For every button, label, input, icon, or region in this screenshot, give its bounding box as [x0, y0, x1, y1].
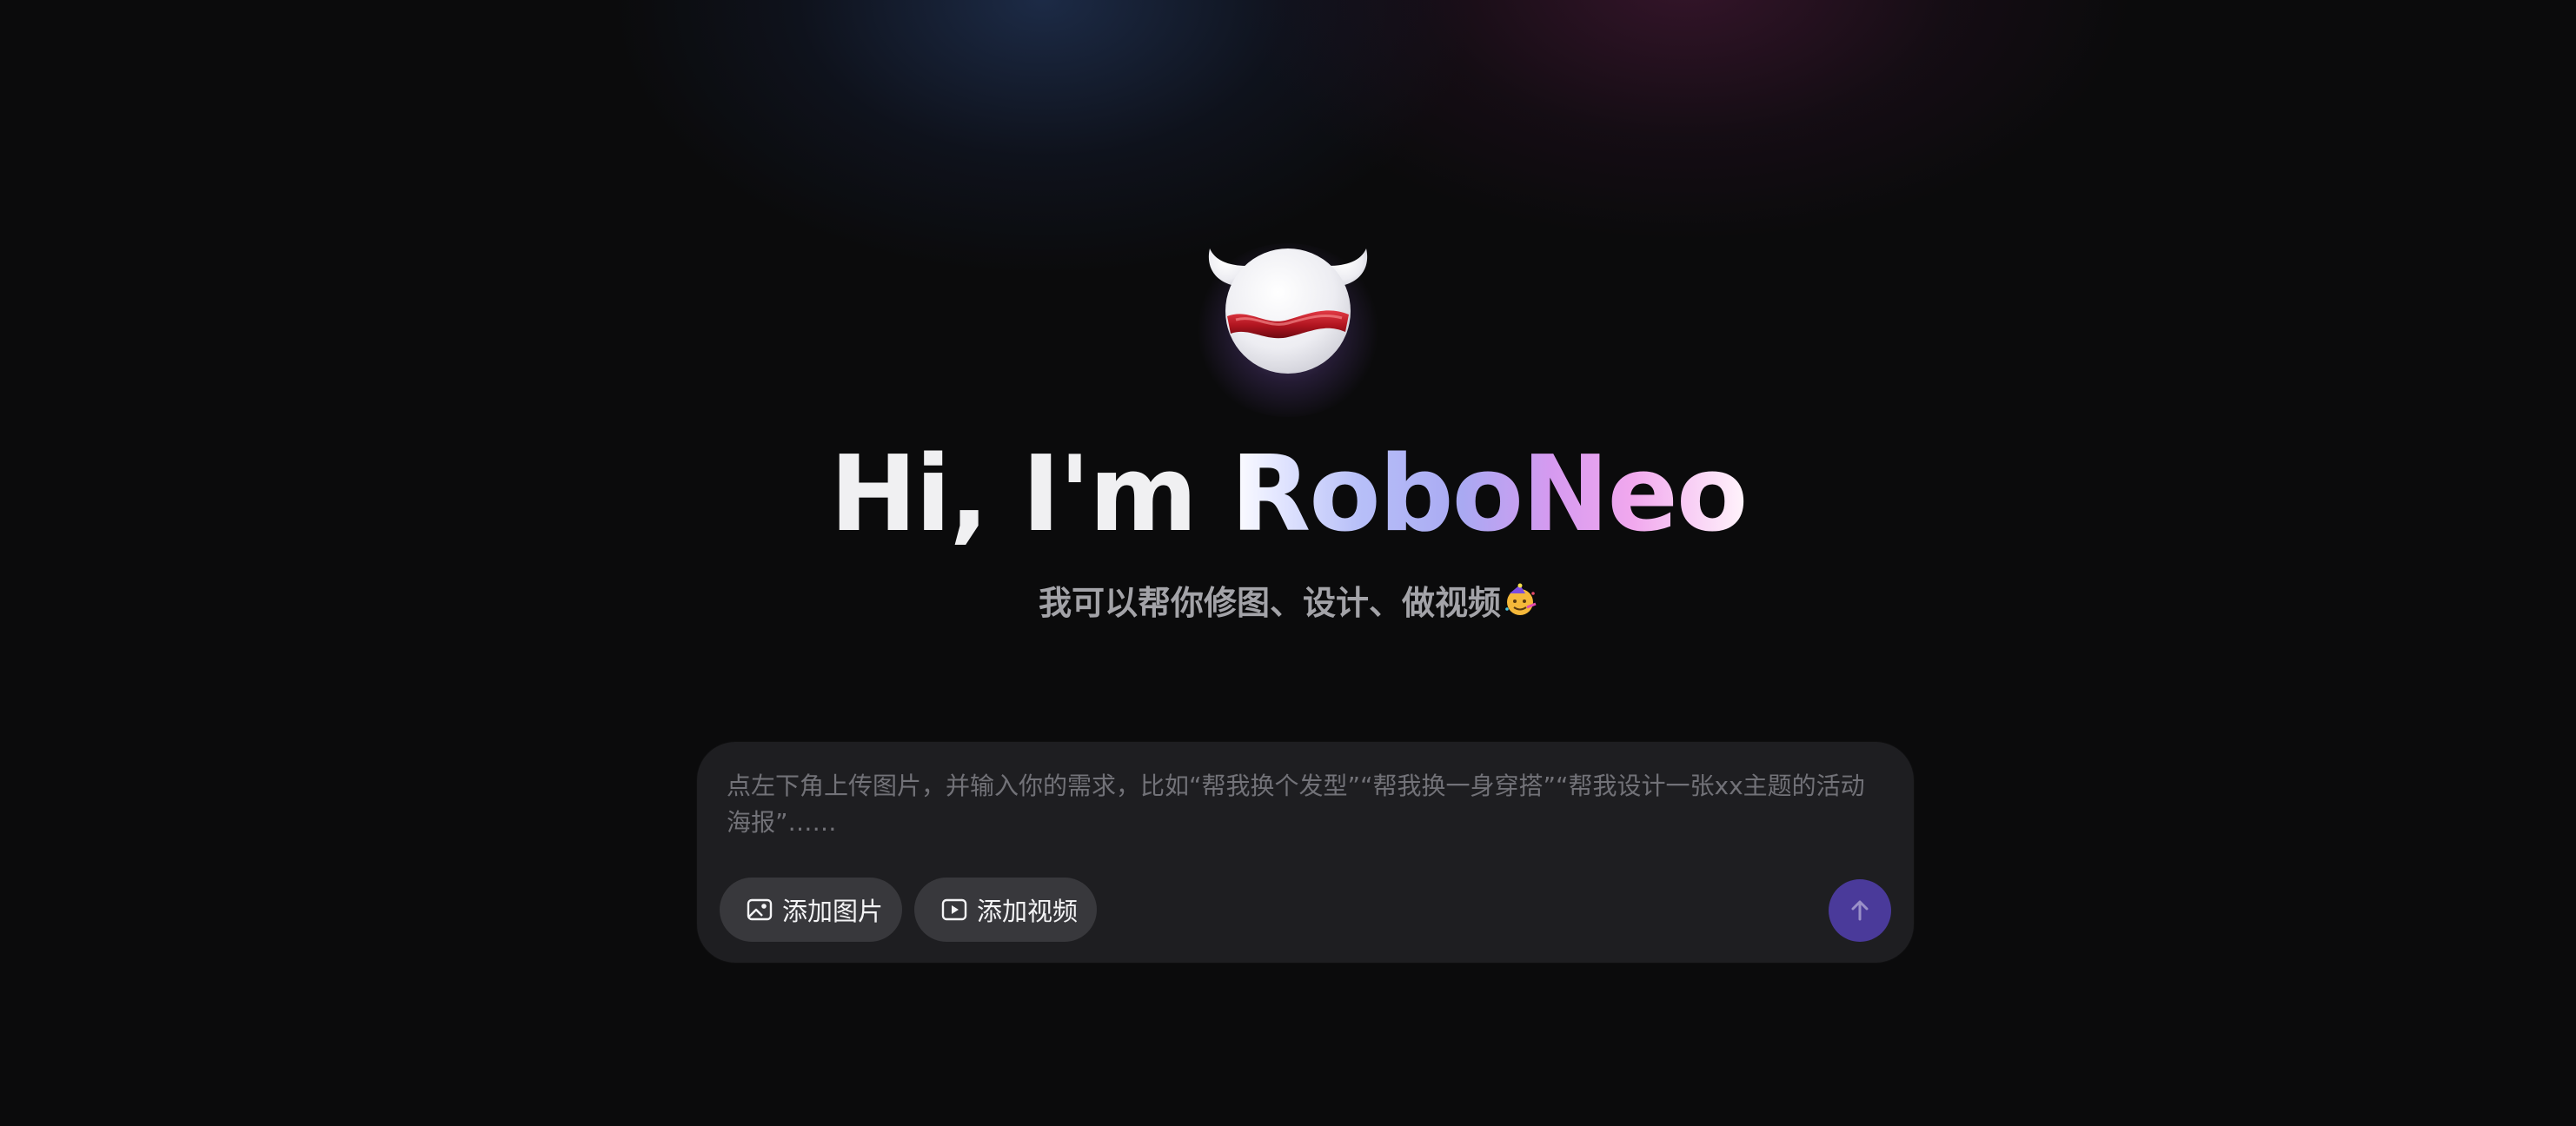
party-emoji-icon — [1503, 582, 1537, 631]
mascot-icon — [1208, 248, 1368, 374]
add-image-label: 添加图片 — [782, 897, 884, 926]
prompt-input[interactable] — [727, 768, 1882, 846]
add-video-label: 添加视频 — [977, 897, 1079, 926]
mascot-logo — [1175, 226, 1401, 417]
add-image-button[interactable]: 添加图片 — [720, 878, 902, 942]
background-glow-pink — [1234, 0, 2138, 243]
image-icon — [746, 896, 773, 924]
hero-subtitle: 我可以帮你修图、设计、做视频 — [0, 579, 2576, 631]
prompt-composer: 添加图片 添加视频 — [697, 742, 1914, 963]
arrow-up-icon — [1845, 896, 1875, 925]
hero-subtitle-text: 我可以帮你修图、设计、做视频 — [1038, 584, 1501, 622]
hero-headline: Hi, I'm RoboNeo — [0, 434, 2576, 556]
video-icon — [940, 896, 968, 924]
hero-brand-name: RoboNeo — [1230, 434, 1748, 555]
hero-greeting: Hi, I'm — [829, 434, 1231, 555]
add-video-button[interactable]: 添加视频 — [914, 878, 1097, 942]
app-page: Hi, I'm RoboNeo 我可以帮你修图、设计、做视频 点左下角上传图片，… — [0, 0, 2576, 1126]
send-button[interactable] — [1829, 879, 1891, 942]
